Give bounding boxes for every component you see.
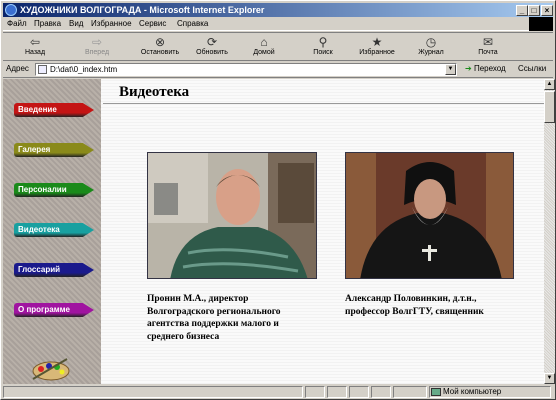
- palette-icon: [32, 358, 70, 381]
- browser-window: ХУДОЖНИКИ ВОЛГОГРАДА - Microsoft Interne…: [0, 0, 556, 400]
- stop-button[interactable]: ⊗ Остановить: [137, 35, 183, 56]
- address-input[interactable]: D:\dat\0_index.htm ▼: [35, 63, 457, 76]
- sidebar-item-glossary[interactable]: Глоссарий: [14, 263, 94, 277]
- minimize-button[interactable]: _: [516, 5, 528, 16]
- back-arrow-icon: ⇦: [29, 35, 41, 49]
- sidebar-item-gallery[interactable]: Галерея: [14, 143, 94, 157]
- go-button[interactable]: ➔ Переход: [465, 64, 506, 73]
- close-button[interactable]: ×: [541, 5, 553, 16]
- ie-logo-icon: [529, 17, 553, 31]
- video-thumbnail-1[interactable]: [147, 152, 317, 279]
- address-dropdown-button[interactable]: ▼: [445, 64, 456, 75]
- page-content: Введение Галерея Персоналии Видеотека Гл…: [3, 79, 544, 384]
- my-computer-icon: [431, 388, 441, 396]
- status-cell: [371, 386, 391, 398]
- address-label: Адрес: [6, 64, 29, 73]
- menu-edit[interactable]: Правка: [34, 18, 61, 30]
- status-bar: Мой компьютер: [3, 385, 553, 399]
- search-icon: ⚲: [318, 35, 328, 49]
- sidebar-item-persons[interactable]: Персоналии: [14, 183, 94, 197]
- links-button[interactable]: Ссылки: [518, 64, 546, 73]
- sidebar: Введение Галерея Персоналии Видеотека Гл…: [3, 79, 101, 384]
- video-caption-1: Пронин М.А., директор Волгоградского рег…: [147, 294, 281, 342]
- page-title: Видеотека: [119, 84, 190, 100]
- title-divider: [103, 103, 544, 104]
- menu-file[interactable]: Файл: [7, 18, 27, 30]
- forward-arrow-icon: ⇨: [91, 35, 103, 49]
- scroll-down-button[interactable]: ▼: [544, 373, 555, 384]
- refresh-button[interactable]: ⟳ Обновить: [191, 35, 233, 56]
- status-cell: [349, 386, 369, 398]
- video-thumbnail-2[interactable]: [345, 152, 514, 279]
- status-main: [3, 386, 303, 398]
- address-value: D:\dat\0_index.htm: [50, 65, 118, 74]
- video-frame-1: [148, 153, 316, 278]
- refresh-icon: ⟳: [206, 35, 218, 49]
- history-button[interactable]: ◷ Журнал: [411, 35, 451, 56]
- mail-button[interactable]: ✉ Почта: [471, 35, 505, 56]
- menu-favorites[interactable]: Избранное: [91, 18, 132, 30]
- vertical-scrollbar[interactable]: ▲ ▼: [544, 79, 555, 384]
- home-icon: ⌂: [260, 35, 268, 49]
- menu-view[interactable]: Вид: [69, 18, 83, 30]
- toolbar: ⇦ Назад ⇨ Вперед ⊗ Остановить ⟳ Обновить…: [3, 32, 553, 61]
- scroll-up-button[interactable]: ▲: [544, 79, 555, 90]
- forward-button[interactable]: ⇨ Вперед: [77, 35, 117, 56]
- favorites-button[interactable]: ★ Избранное: [353, 35, 401, 56]
- scroll-thumb[interactable]: [544, 91, 555, 123]
- video-caption-2: Александр Половинкин, д.т.н., профессор …: [345, 294, 484, 317]
- status-zone: Мой компьютер: [429, 386, 501, 398]
- search-button[interactable]: ⚲ Поиск: [307, 35, 339, 56]
- menu-help[interactable]: Справка: [177, 18, 208, 30]
- home-button[interactable]: ⌂ Домой: [247, 35, 281, 56]
- address-bar: Адрес D:\dat\0_index.htm ▼ ➔ Переход Ссы…: [3, 61, 553, 78]
- page-icon: [38, 65, 47, 74]
- sidebar-item-about[interactable]: О программе: [14, 303, 94, 317]
- back-button[interactable]: ⇦ Назад: [17, 35, 53, 56]
- mail-icon: ✉: [482, 35, 494, 49]
- status-cell: [327, 386, 347, 398]
- title-bar: ХУДОЖНИКИ ВОЛГОГРАДА - Microsoft Interne…: [3, 3, 553, 17]
- status-cell: [393, 386, 427, 398]
- video-frame-2: [346, 153, 513, 278]
- favorites-icon: ★: [371, 35, 383, 49]
- history-icon: ◷: [425, 35, 437, 49]
- ie-icon: [5, 4, 17, 16]
- window-title: ХУДОЖНИКИ ВОЛГОГРАДА - Microsoft Interne…: [20, 5, 265, 15]
- sidebar-item-intro[interactable]: Введение: [14, 103, 94, 117]
- menu-bar: Файл Правка Вид Избранное Сервис Справка: [3, 17, 553, 31]
- stop-icon: ⊗: [154, 35, 166, 49]
- menu-tools[interactable]: Сервис: [139, 18, 166, 30]
- sidebar-item-video[interactable]: Видеотека: [14, 223, 94, 237]
- maximize-button[interactable]: □: [528, 5, 540, 16]
- status-cell: [305, 386, 325, 398]
- go-arrow-icon: ➔: [465, 64, 472, 73]
